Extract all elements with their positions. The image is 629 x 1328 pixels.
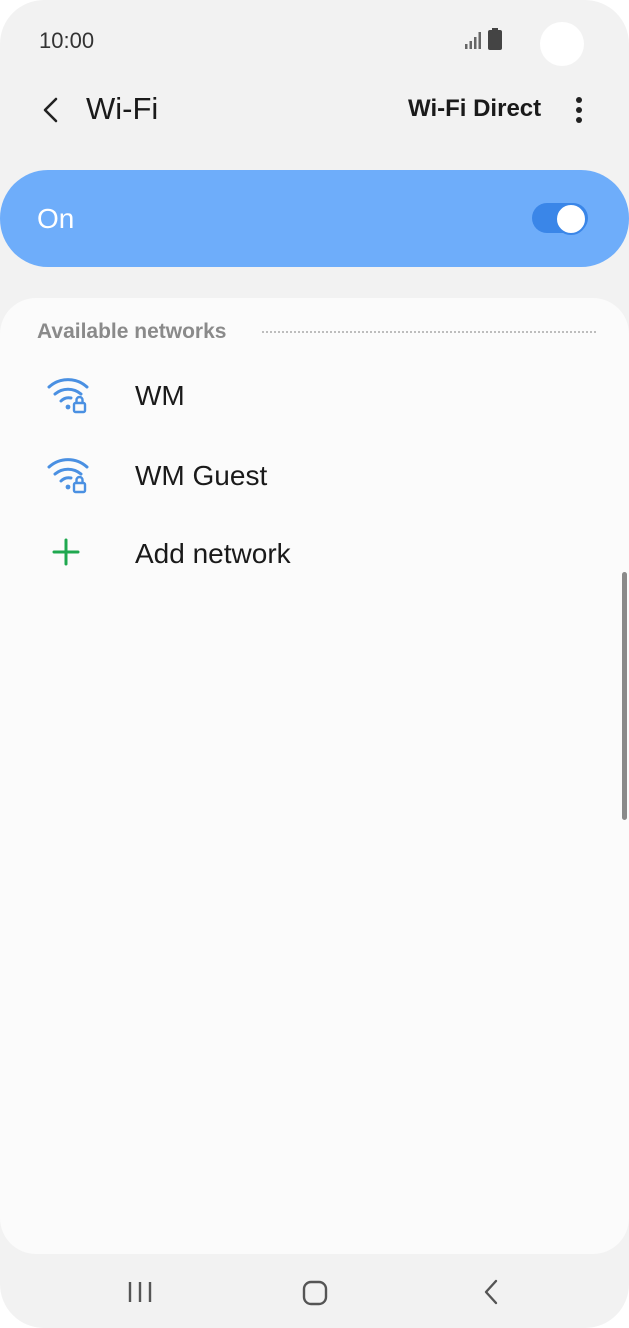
wifi-direct-button[interactable]: Wi-Fi Direct <box>408 95 541 123</box>
status-time: 10:00 <box>39 28 95 53</box>
network-item-wm-guest[interactable]: WM Guest <box>0 438 629 516</box>
network-item-wm[interactable]: WM <box>0 358 629 436</box>
wifi-master-switch[interactable]: On <box>0 170 629 267</box>
back-button[interactable] <box>30 90 70 130</box>
more-options-button[interactable] <box>564 90 594 130</box>
phone-screen: 10:00 Wi-Fi Wi-Fi Direct On Available ne… <box>0 0 629 1328</box>
signal-icon <box>465 32 481 49</box>
add-network-item[interactable]: Add network <box>0 516 629 594</box>
app-bar: Wi-Fi Wi-Fi Direct <box>0 80 629 140</box>
wifi-lock-icon <box>47 458 89 494</box>
networks-card: Available networks WM WM Guest Add netwo… <box>0 298 629 1254</box>
wifi-switch-label: On <box>37 203 75 234</box>
network-name: WM <box>135 380 185 411</box>
scrollbar[interactable] <box>622 572 627 820</box>
chevron-left-icon <box>43 97 58 123</box>
section-divider <box>262 331 596 333</box>
battery-icon <box>488 28 502 50</box>
home-button[interactable] <box>302 1280 328 1306</box>
page-title: Wi-Fi <box>86 91 159 126</box>
wifi-toggle-knob[interactable] <box>555 203 587 235</box>
status-bar: 10:00 <box>0 0 629 80</box>
plus-icon <box>52 538 80 566</box>
camera-cutout <box>540 22 584 66</box>
add-network-label: Add network <box>135 538 291 569</box>
available-networks-header: Available networks <box>37 320 227 343</box>
wifi-lock-icon <box>47 378 89 414</box>
navigation-bar <box>0 1254 629 1328</box>
nav-back-button[interactable] <box>481 1279 501 1305</box>
more-vert-icon <box>576 97 582 123</box>
network-name: WM Guest <box>135 460 268 491</box>
recent-apps-button[interactable] <box>127 1280 153 1304</box>
